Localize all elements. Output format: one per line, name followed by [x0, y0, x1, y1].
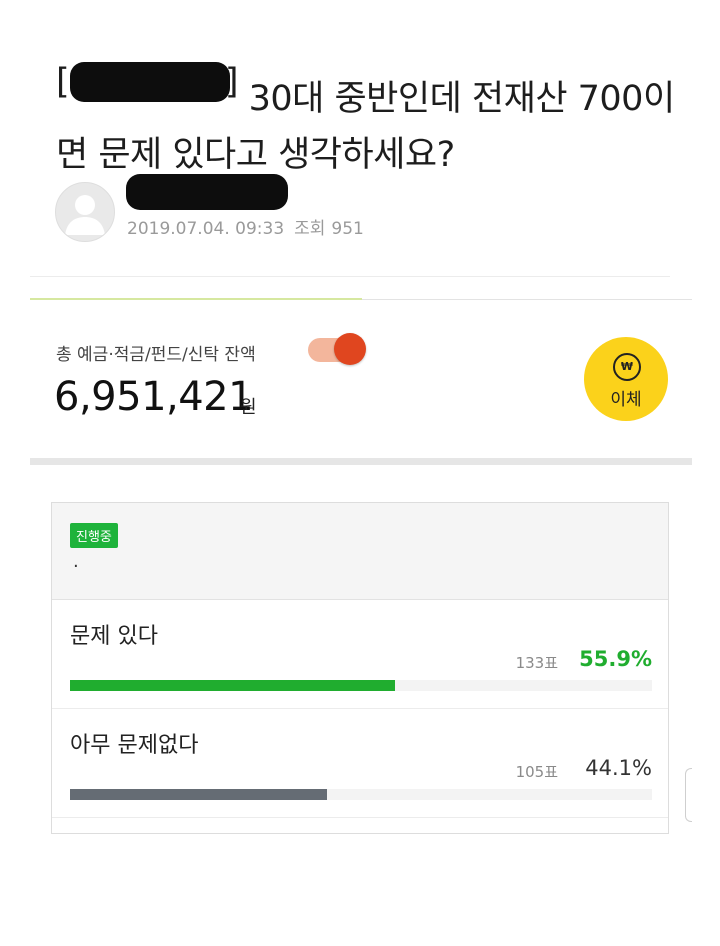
views-count: 951 [331, 219, 364, 239]
poll-option-percent: 55.9% [579, 647, 652, 671]
poll-option-label: 아무 문제없다 [70, 733, 199, 758]
balance-label: 총 예금·적금/펀드/신탁 잔액 [56, 345, 256, 365]
poll-option[interactable]: 아무 문제없다 105표 44.1% [52, 709, 668, 818]
balance-amount: 6,951,421 [54, 374, 254, 420]
transfer-button[interactable]: ₩ 이체 [584, 337, 668, 421]
poll-header: 진행중 · [52, 503, 668, 600]
poll-option-bar-fill [70, 680, 396, 691]
poll-option-percent: 44.1% [585, 756, 652, 780]
author-name-redaction [126, 174, 288, 210]
balance-unit: 원 [240, 397, 257, 418]
post-meta: 2019.07.04. 09:33 조회 951 [127, 214, 374, 239]
progress-divider [30, 298, 362, 300]
poll-option-votes: 133표 [515, 654, 558, 672]
poll-option-label: 문제 있다 [70, 624, 158, 649]
post-date: 2019.07.04. 09:33 [127, 219, 285, 239]
poll-option-bar-fill [70, 789, 327, 800]
status-badge: 진행중 [70, 523, 118, 548]
divider [30, 276, 670, 277]
views-label: 조회 [294, 219, 326, 239]
section-separator [30, 458, 692, 465]
balance-toggle[interactable] [308, 333, 366, 365]
poll-question: · [73, 556, 79, 577]
poll-option-votes: 105표 [515, 763, 558, 781]
poll-card: 진행중 · 문제 있다 133표 55.9% 아무 문제없다 105표 44.1… [51, 502, 669, 834]
user-silhouette-icon [65, 195, 105, 235]
toggle-knob[interactable] [334, 333, 366, 365]
poll-option[interactable]: 문제 있다 133표 55.9% [52, 600, 668, 709]
divider [362, 299, 692, 300]
transfer-label: 이체 [610, 390, 642, 410]
won-coin-icon: ₩ [613, 353, 641, 381]
title-redaction [70, 62, 230, 102]
poll-option-bar-track [70, 789, 652, 800]
poll-option-bar-track [70, 680, 652, 691]
avatar[interactable] [55, 182, 115, 242]
scroll-handle[interactable] [685, 768, 692, 822]
